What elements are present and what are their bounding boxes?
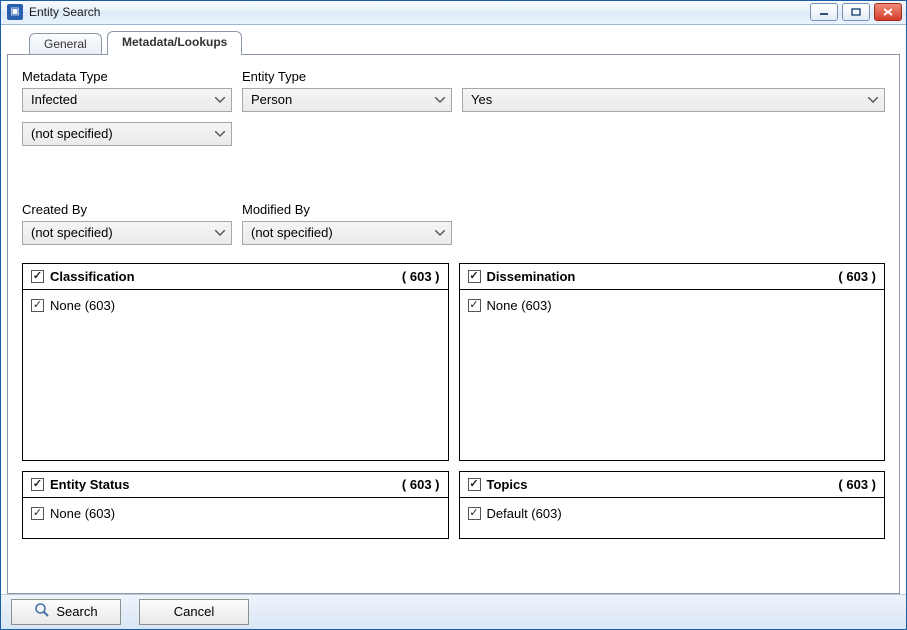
search-icon	[34, 602, 50, 621]
second-row: (not specified)	[22, 122, 885, 146]
classification-item[interactable]: None (603)	[31, 298, 115, 313]
checkbox-icon	[31, 299, 44, 312]
tab-general-label: General	[44, 37, 87, 51]
yes-no-combo[interactable]: Yes	[462, 88, 885, 112]
entity-status-item[interactable]: None (603)	[31, 506, 115, 521]
checkbox-icon	[468, 299, 481, 312]
search-button[interactable]: Search	[11, 599, 121, 625]
cancel-button[interactable]: Cancel	[139, 599, 249, 625]
topics-header: Topics ( 603 )	[460, 472, 885, 498]
chevron-down-icon	[435, 230, 445, 236]
dissemination-title: Dissemination	[487, 269, 576, 284]
entity-status-item-label: None (603)	[50, 506, 115, 521]
created-by-combo[interactable]: (not specified)	[22, 221, 232, 245]
chevron-down-icon	[435, 97, 445, 103]
classification-count: ( 603 )	[402, 269, 440, 284]
tab-metadata-label: Metadata/Lookups	[122, 35, 227, 49]
topics-header-check[interactable]: Topics	[468, 477, 528, 492]
close-button[interactable]	[874, 3, 902, 21]
third-combo-label	[462, 69, 885, 84]
maximize-button[interactable]	[842, 3, 870, 21]
classification-title: Classification	[50, 269, 135, 284]
classification-header-check[interactable]: Classification	[31, 269, 135, 284]
topics-count: ( 603 )	[838, 477, 876, 492]
metadata-type-value: Infected	[31, 92, 77, 107]
chevron-down-icon	[868, 97, 878, 103]
dissemination-group: Dissemination ( 603 ) None (603)	[459, 263, 886, 461]
not-specified-combo[interactable]: (not specified)	[22, 122, 232, 146]
chevron-down-icon	[215, 230, 225, 236]
metadata-type-label: Metadata Type	[22, 69, 232, 84]
yes-no-value: Yes	[471, 92, 492, 107]
top-filters: Metadata Type Infected Entity Type Perso…	[22, 69, 885, 112]
checkbox-icon	[468, 507, 481, 520]
client-area: General Metadata/Lookups Metadata Type I…	[1, 25, 906, 594]
modified-by-value: (not specified)	[251, 225, 333, 240]
dissemination-count: ( 603 )	[838, 269, 876, 284]
metadata-type-combo[interactable]: Infected	[22, 88, 232, 112]
tab-general[interactable]: General	[29, 33, 102, 55]
entity-status-title: Entity Status	[50, 477, 129, 492]
titlebar: ▣ Entity Search	[1, 1, 906, 25]
checkbox-icon	[31, 507, 44, 520]
not-specified-value: (not specified)	[31, 126, 113, 141]
tab-metadata-lookups[interactable]: Metadata/Lookups	[107, 31, 242, 55]
classification-item-label: None (603)	[50, 298, 115, 313]
entity-type-combo[interactable]: Person	[242, 88, 452, 112]
modified-by-label: Modified By	[242, 202, 452, 217]
chevron-down-icon	[215, 97, 225, 103]
minimize-button[interactable]	[810, 3, 838, 21]
dissemination-item-label: None (603)	[487, 298, 552, 313]
tab-strip: General Metadata/Lookups	[29, 31, 900, 55]
dissemination-header-check[interactable]: Dissemination	[468, 269, 576, 284]
classification-header: Classification ( 603 )	[23, 264, 448, 290]
topics-item[interactable]: Default (603)	[468, 506, 562, 521]
topics-group: Topics ( 603 ) Default (603)	[459, 471, 886, 539]
window-controls	[810, 3, 902, 21]
dissemination-item[interactable]: None (603)	[468, 298, 552, 313]
entity-status-header-check[interactable]: Entity Status	[31, 477, 129, 492]
created-by-value: (not specified)	[31, 225, 113, 240]
classification-group: Classification ( 603 ) None (603)	[22, 263, 449, 461]
entity-status-group: Entity Status ( 603 ) None (603)	[22, 471, 449, 539]
chevron-down-icon	[215, 131, 225, 137]
created-by-label: Created By	[22, 202, 232, 217]
cancel-button-label: Cancel	[174, 604, 214, 619]
checkbox-icon	[31, 270, 44, 283]
footer-bar: Search Cancel	[1, 594, 906, 629]
entity-status-header: Entity Status ( 603 )	[23, 472, 448, 498]
window-title: Entity Search	[29, 5, 810, 19]
checkbox-icon	[31, 478, 44, 491]
checkbox-icon	[468, 478, 481, 491]
search-button-label: Search	[56, 604, 97, 619]
entity-search-window: ▣ Entity Search General Metadata/Lookups	[0, 0, 907, 630]
entity-type-label: Entity Type	[242, 69, 452, 84]
entity-status-count: ( 603 )	[402, 477, 440, 492]
topics-title: Topics	[487, 477, 528, 492]
dissemination-header: Dissemination ( 603 )	[460, 264, 885, 290]
tab-panel-metadata: Metadata Type Infected Entity Type Perso…	[7, 54, 900, 594]
topics-item-label: Default (603)	[487, 506, 562, 521]
checkbox-icon	[468, 270, 481, 283]
group-panels: Classification ( 603 ) None (603) Dissem…	[22, 263, 885, 539]
modified-by-combo[interactable]: (not specified)	[242, 221, 452, 245]
entity-type-value: Person	[251, 92, 292, 107]
app-icon: ▣	[7, 4, 23, 20]
created-modified-row: Created By (not specified) Modified By (…	[22, 202, 885, 245]
